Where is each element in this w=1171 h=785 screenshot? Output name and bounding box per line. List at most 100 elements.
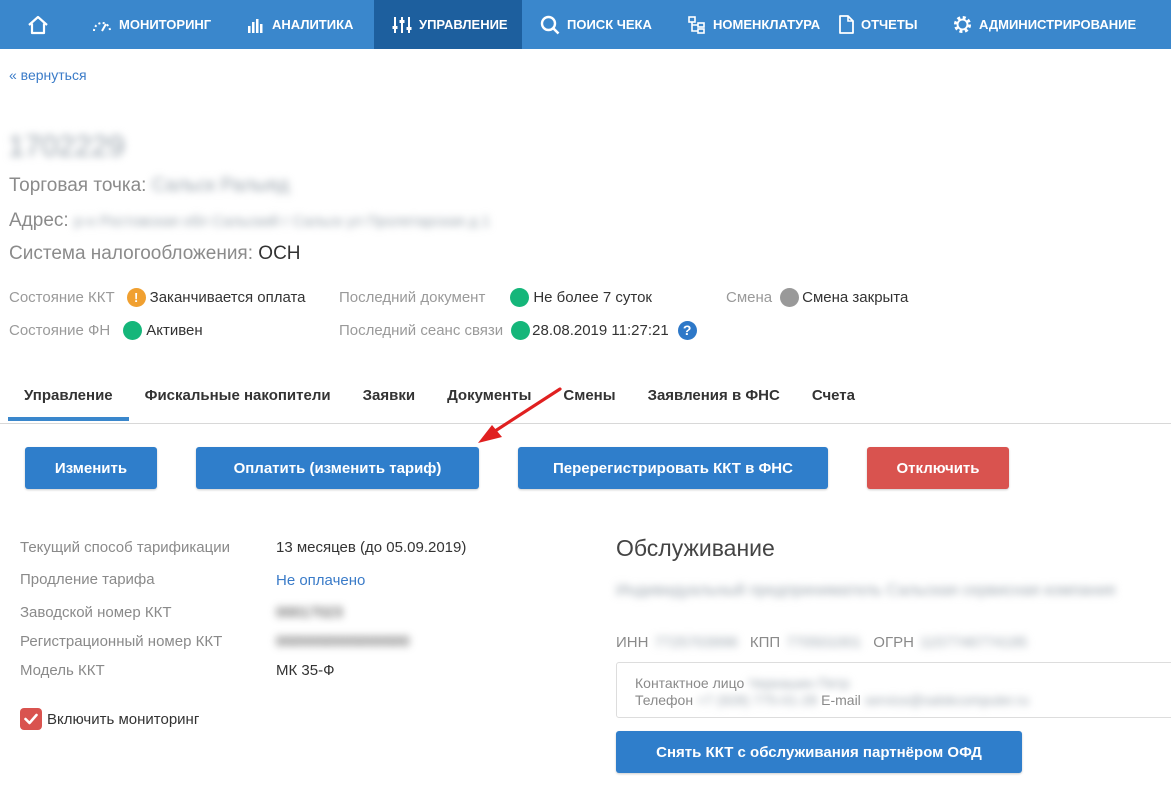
tab-requests[interactable]: Заявки [347,374,431,421]
shift-state: Смена Смена закрыта [726,288,908,307]
shift-state-value: Смена закрыта [802,289,909,306]
nav-analytics-label: АНАЛИТИКА [272,17,354,32]
tab-bar: Управление Фискальные накопители Заявки … [8,374,871,424]
renewal-label: Продление тарифа [20,571,155,588]
inn-value: 7725703996 [654,634,738,651]
status-ok-icon [511,321,531,340]
fn-state-value: Активен [146,322,203,339]
kpp-label: КПП [749,634,781,651]
nav-reports-label: ОТЧЕТЫ [861,17,918,32]
nav-administration-label: АДМИНИСТРИРОВАНИЕ [979,17,1137,32]
last-session-label: Последний сеанс связи [339,322,504,339]
status-panel: Состояние ККТ ! Заканчивается оплата Сос… [0,286,1171,346]
kkt-state: Состояние ККТ ! Заканчивается оплата [9,288,306,307]
pay-button[interactable]: Оплатить (изменить тариф) [196,447,479,489]
contact-line: Контактное лицо Черкашин Петр [635,675,1171,692]
fn-state-label: Состояние ФН [9,322,111,339]
hierarchy-icon [688,15,705,34]
last-session-value: 28.08.2019 11:27:21 [532,322,669,339]
remove-service-button[interactable]: Снять ККТ с обслуживания партнёром ОФД [616,731,1022,773]
document-icon [839,15,854,34]
last-document-value: Не более 7 суток [533,289,652,306]
status-neutral-icon [780,288,800,307]
tariff-label: Текущий способ тарификации [20,539,230,556]
status-ok-icon [123,321,143,340]
tax-label: Система налогообложения: [9,243,259,264]
checkmark-icon [24,713,38,725]
gauge-icon [93,21,111,31]
tax-line: Система налогообложения: ОСН [9,243,301,265]
phone-value: +7 (928) 775-01-28 [696,692,818,708]
nav-home[interactable] [0,0,75,49]
nav-reports[interactable]: ОТЧЕТЫ [838,0,953,49]
status-ok-icon [510,288,530,307]
phone-line: Телефон +7 (928) 775-01-28 E-mail servic… [635,692,1171,709]
monitoring-checkbox[interactable] [20,708,42,730]
contact-label: Контактное лицо [635,675,745,691]
kkt-number: 1702229 [8,130,125,163]
bar-chart-icon [248,18,263,33]
contact-value: Черкашин Петр [748,675,850,691]
address-label: Адрес: [9,210,74,231]
shop-line: Торговая точка: Сальск Ралыяд [9,175,289,197]
ogrn-value: 1157746774195 [919,634,1028,651]
email-label: E-mail [821,692,861,708]
nav-monitoring-label: МОНИТОРИНГ [119,17,212,32]
disable-button[interactable]: Отключить [867,447,1009,489]
kkt-state-label: Состояние ККТ [9,289,115,306]
nav-receipt-search[interactable]: ПОИСК ЧЕКА [522,0,668,49]
tariff-value: 13 месяцев (до 05.09.2019) [276,539,467,556]
nav-monitoring[interactable]: МОНИТОРИНГ [75,0,247,49]
model-value: МК 35-Ф [276,662,335,679]
warning-icon: ! [126,288,146,307]
help-icon[interactable]: ? [677,321,697,340]
gear-icon [953,15,972,34]
back-link[interactable]: « вернуться [9,67,87,83]
last-document: Последний документ Не более 7 суток [339,288,652,307]
tabs-divider [0,423,1171,424]
last-session: Последний сеанс связи 28.08.2019 11:27:2… [339,321,701,340]
reg-number-value: 0000000000000000 [276,633,410,650]
annotation-arrow-icon [478,387,562,443]
reg-number-label: Регистрационный номер ККТ [20,633,223,650]
sliders-icon [392,16,412,33]
home-icon [27,15,48,34]
top-navigation: МОНИТОРИНГ АНАЛИТИКА УПРАВЛЕНИЕ ПОИСК ЧЕ… [0,0,1171,49]
email-value: service@salskcomputer.ru [864,692,1030,708]
contact-box: Контактное лицо Черкашин Петр Телефон +7… [616,662,1171,718]
kkt-state-value: Заканчивается оплата [149,289,306,306]
nav-management-label: УПРАВЛЕНИЕ [419,17,508,32]
nav-nomenclature-label: НОМЕНКЛАТУРА [713,17,821,32]
service-provider-name: Индивидуальный предприниматель Сальская … [616,582,1116,599]
nav-management[interactable]: УПРАВЛЕНИЕ [374,0,522,49]
reregister-button[interactable]: Перерегистрировать ККТ в ФНС [518,447,828,489]
tab-invoices[interactable]: Счета [796,374,871,421]
ogrn-label: ОГРН [873,634,914,651]
model-label: Модель ККТ [20,662,105,679]
service-ids: ИНН 7725703996 КПП 770501001 ОГРН 11577467741… [616,634,1039,651]
shift-state-label: Смена [726,289,773,306]
fn-state: Состояние ФН Активен [9,321,203,340]
serial-value: 00017023 [276,604,343,621]
tab-fns-applications[interactable]: Заявления в ФНС [632,374,796,421]
shop-label: Торговая точка: [9,175,152,196]
serial-label: Заводской номер ККТ [20,604,172,621]
monitoring-label: Включить мониторинг [47,710,200,728]
nav-receipt-search-label: ПОИСК ЧЕКА [567,17,652,32]
tab-management[interactable]: Управление [8,374,129,421]
address-line: Адрес: р-н Ростовская обл Сальский г Сал… [9,210,490,232]
kpp-value: 770501001 [786,634,862,651]
nav-nomenclature[interactable]: НОМЕНКЛАТУРА [668,0,838,49]
shop-value: Сальск Ралыяд [151,175,290,196]
search-icon [540,15,560,34]
renewal-link[interactable]: Не оплачено [276,572,365,589]
address-value: р-н Ростовская обл Сальский г Сальск ул … [73,213,491,230]
nav-administration[interactable]: АДМИНИСТРИРОВАНИЕ [953,0,1171,49]
service-title: Обслуживание [616,535,775,561]
phone-label: Телефон [635,692,694,708]
inn-label: ИНН [616,634,649,651]
tab-fiscal-storage[interactable]: Фискальные накопители [129,374,347,421]
edit-button[interactable]: Изменить [25,447,157,489]
nav-analytics[interactable]: АНАЛИТИКА [247,0,374,49]
monitoring-toggle[interactable]: Включить мониторинг [20,708,199,730]
